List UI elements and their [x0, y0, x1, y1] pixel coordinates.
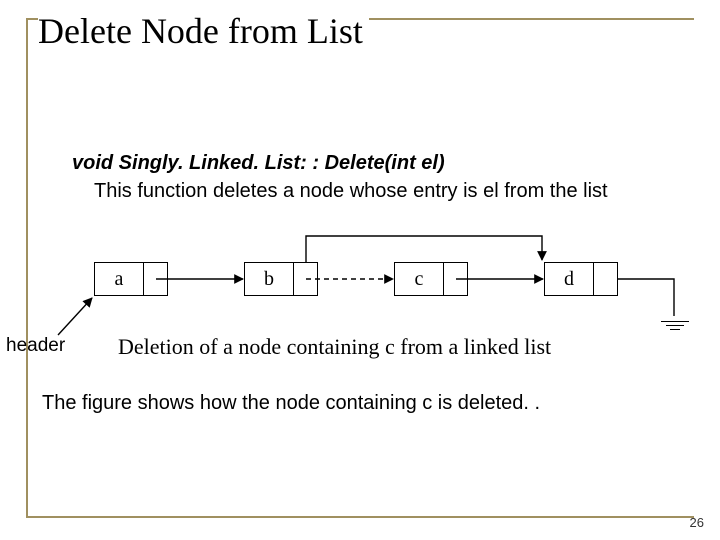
- diagram-caption: Deletion of a node containing c from a l…: [118, 334, 551, 360]
- node-a: a: [94, 262, 168, 296]
- node-d-pointer-cell: [593, 263, 617, 295]
- node-b-pointer-cell: [293, 263, 317, 295]
- page-number: 26: [690, 515, 704, 530]
- slide-frame-left: [26, 18, 28, 518]
- node-c-pointer-cell: [443, 263, 467, 295]
- header-pointer-label: header: [6, 335, 65, 357]
- node-d-value: d: [545, 263, 594, 295]
- slide-frame-bottom: [26, 516, 694, 518]
- node-c: c: [394, 262, 468, 296]
- node-b: b: [244, 262, 318, 296]
- node-d: d: [544, 262, 618, 296]
- function-description: This function deletes a node whose entry…: [94, 180, 608, 203]
- node-b-value: b: [245, 263, 294, 295]
- node-a-value: a: [95, 263, 144, 295]
- node-a-pointer-cell: [143, 263, 167, 295]
- slide-title: Delete Node from List: [38, 10, 369, 52]
- node-c-value: c: [395, 263, 444, 295]
- function-signature: void Singly. Linked. List: : Delete(int …: [72, 152, 445, 175]
- body-text: The figure shows how the node containing…: [42, 392, 540, 415]
- ground-icon: [660, 318, 690, 333]
